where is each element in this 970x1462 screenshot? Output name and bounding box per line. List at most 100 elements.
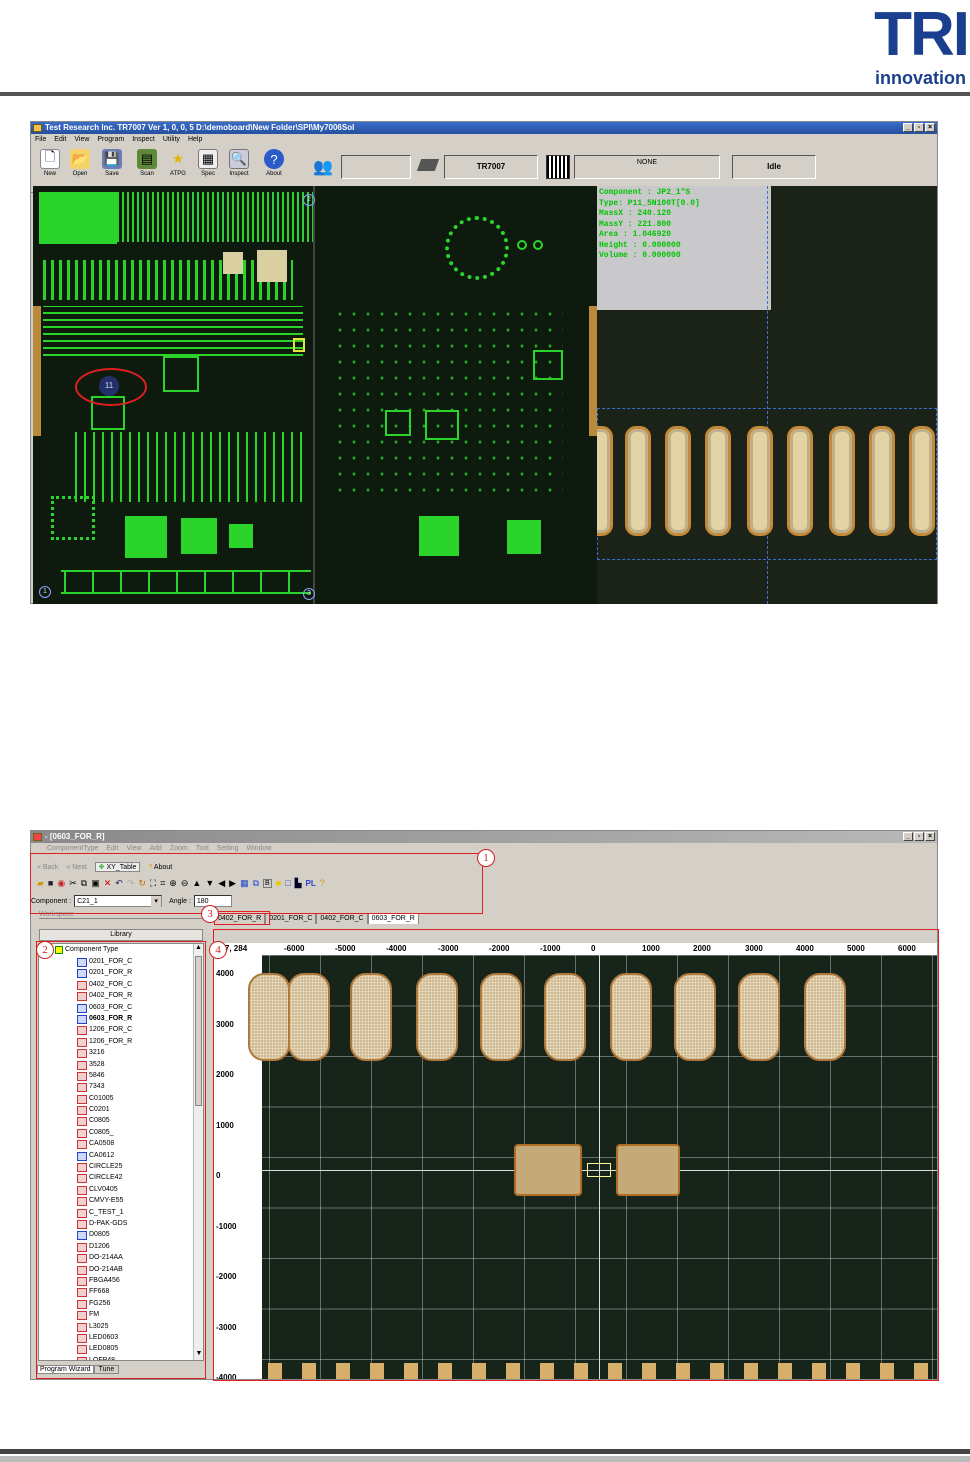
area-mark-1: 1 (39, 586, 51, 598)
menu-view[interactable]: View (74, 134, 89, 145)
info-volume: Volume : 0.000000 (599, 251, 681, 260)
component-field (333, 306, 563, 496)
window2-title: - [0603_FOR_R] (45, 832, 105, 841)
logo-brand: TRI (874, 0, 970, 69)
panel-split (313, 186, 315, 604)
fiducial-dot (517, 240, 527, 250)
pad-rows-4 (75, 432, 305, 502)
component-editor-window: - [0603_FOR_R] _ ▫ × ComponentType Edit … (30, 830, 939, 1381)
minimize-button[interactable]: _ (903, 123, 913, 132)
callout-2: 2 (36, 941, 54, 959)
users-icon: 👥 (313, 159, 333, 176)
spec-button[interactable]: ▦ Spec (193, 147, 223, 177)
bga-pad (125, 516, 167, 558)
info-area: Area : 1.046920 (599, 230, 672, 239)
solder-pad (787, 426, 813, 536)
window1-titlebar: Test Research Inc. TR7007 Ver 1, 0, 0, 5… (31, 122, 937, 134)
solder-pad (665, 426, 691, 536)
component-zoom-view[interactable]: Component : JP2_1"S Type: P11_5N100T[0.0… (597, 186, 937, 604)
menu-utility[interactable]: Utility (163, 134, 180, 145)
info-type: Type: P11_5N100T[0.0] (599, 198, 700, 208)
save-icon: 💾 (102, 149, 122, 169)
qfp-pad-2 (507, 520, 541, 554)
state-box: Idle (732, 155, 816, 179)
app-icon (33, 124, 42, 132)
atpg-button[interactable]: ★ ATPG (163, 147, 193, 177)
solder-pad (597, 426, 613, 536)
barcode-box: NONE (574, 155, 720, 179)
window1-title: Test Research Inc. TR7007 Ver 1, 0, 0, 5… (45, 123, 355, 132)
highlight-marker: 11 (99, 376, 119, 396)
tab-0201-for-c[interactable]: 0201_FOR_C (265, 913, 317, 924)
callout-box-2 (36, 941, 206, 1379)
info-massy: MassY : 221.800 (599, 219, 672, 229)
component-info-panel: Component : JP2_1"S Type: P11_5N100T[0.0… (597, 186, 771, 310)
pad-rows (117, 192, 313, 242)
star-icon: ★ (172, 151, 184, 166)
menu-help[interactable]: Help (188, 134, 202, 145)
callout-4: 4 (209, 941, 227, 959)
menu-file[interactable]: File (35, 134, 46, 145)
new-button[interactable]: 🗋 New (35, 147, 65, 177)
menu-program[interactable]: Program (97, 134, 124, 145)
solder-pad (747, 426, 773, 536)
callout-box-1 (30, 853, 483, 914)
tab-0402-for-c[interactable]: 0402_FOR_C (316, 913, 368, 924)
area-mark-2: 2 (303, 194, 315, 206)
qfp-pad (419, 516, 459, 556)
bga-pad-2 (181, 518, 217, 554)
callout-3: 3 (201, 905, 219, 923)
edge-connector-2 (589, 306, 597, 436)
fiducial-dot-2 (533, 240, 543, 250)
close-button[interactable]: × (925, 832, 935, 841)
user-box (341, 155, 411, 179)
area-mark-3: 3 (303, 588, 315, 600)
help-icon: ? (264, 149, 284, 169)
qfp-outline (163, 356, 199, 392)
open-folder-icon: 📂 (70, 149, 90, 169)
close-button[interactable]: × (925, 123, 935, 132)
chip-icon (416, 159, 440, 171)
board-overview-image[interactable]: 11 1 2 3 (33, 186, 597, 604)
spec-icon: ▦ (198, 149, 218, 169)
maximize-button[interactable]: ▫ (914, 832, 924, 841)
callout-1: 1 (477, 849, 495, 867)
solder-pad (705, 426, 731, 536)
bga-outline (51, 496, 95, 540)
inspect-icon: 🔍 (229, 149, 249, 169)
minimize-button[interactable]: _ (903, 832, 913, 841)
solder-pad (909, 426, 935, 536)
scan-button[interactable]: ▤ Scan (132, 147, 162, 177)
pad-rows-2 (43, 260, 293, 300)
scan-icon: ▤ (137, 149, 157, 169)
save-button[interactable]: 💾 Save (97, 147, 127, 177)
header-divider (0, 92, 970, 96)
menu-edit[interactable]: Edit (54, 134, 66, 145)
library-button[interactable]: Library (39, 929, 203, 941)
open-button[interactable]: 📂 Open (65, 147, 95, 177)
window1-menubar: File Edit View Program Inspect Utility H… (31, 134, 937, 145)
info-height: Height : 0.000000 (599, 240, 681, 250)
machine-box: TR7007 (444, 155, 538, 179)
new-file-icon: 🗋 (40, 149, 60, 169)
footer-band (0, 1456, 970, 1462)
window2-titlebar: - [0603_FOR_R] _ ▫ × (31, 831, 937, 843)
info-massx: MassX : 240.120 (599, 209, 672, 218)
pad-gold-2 (257, 250, 287, 282)
about-button[interactable]: ? About (259, 147, 289, 177)
bga-pad-3 (229, 524, 253, 548)
pad-gold (223, 252, 243, 274)
maximize-button[interactable]: ▫ (914, 123, 924, 132)
callout-box-3 (214, 911, 270, 925)
edge-connector (33, 306, 41, 436)
tr7007-main-window: Test Research Inc. TR7007 Ver 1, 0, 0, 5… (30, 121, 938, 604)
selection-marker (293, 338, 305, 352)
tri-logo: TRI innovation (855, 2, 970, 90)
bottom-pads (61, 570, 311, 594)
info-component: Component : JP2_1"S (599, 188, 691, 197)
tab-0603-for-r[interactable]: 0603_FOR_R (367, 913, 419, 924)
menu-inspect[interactable]: Inspect (132, 134, 155, 145)
solder-pad (625, 426, 651, 536)
callout-box-4 (213, 929, 939, 1381)
inspect-button[interactable]: 🔍 Inspect (224, 147, 254, 177)
